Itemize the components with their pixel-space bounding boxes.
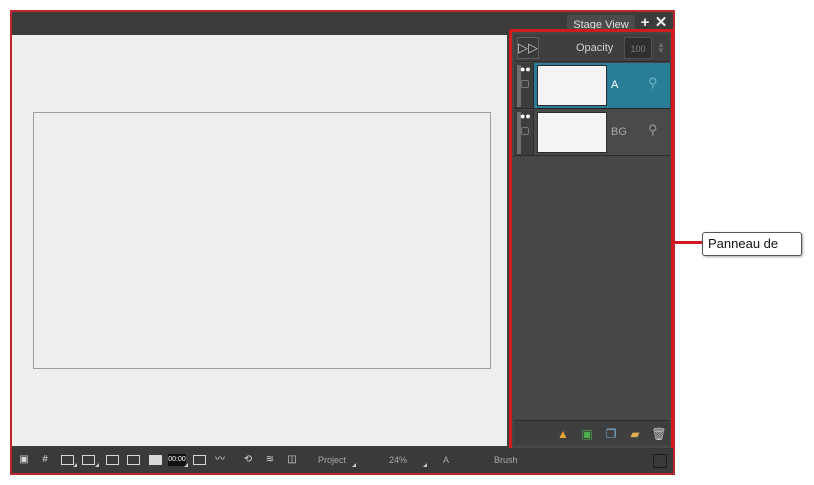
flip-icon[interactable]: ≋ bbox=[263, 454, 277, 466]
background-icon[interactable] bbox=[149, 455, 162, 465]
mask-icon[interactable] bbox=[127, 455, 140, 465]
add-folder-icon[interactable]: ▰ bbox=[626, 425, 644, 443]
close-icon[interactable]: ✕ bbox=[654, 15, 668, 30]
frame-icon[interactable] bbox=[106, 455, 119, 465]
status-bar: ▣ # 00:00 〰 ⟲ ≋ ◫ Project 24% A Brush bbox=[12, 448, 673, 473]
plus-icon[interactable]: + bbox=[638, 15, 652, 30]
layer-name: BG bbox=[611, 126, 627, 138]
callout-label: Panneau de bbox=[702, 232, 802, 256]
preview-icon[interactable] bbox=[193, 455, 206, 465]
stage-canvas[interactable] bbox=[12, 35, 507, 446]
layer-controls: ●● bbox=[514, 110, 534, 155]
stage-view-window: Stage View + ✕ ▷▷ Opacity 100 ▲▼ ●● A ⚲ bbox=[10, 10, 675, 475]
current-layer: A bbox=[443, 455, 450, 465]
layers-panel: ▷▷ Opacity 100 ▲ ▼ ●● A ⚲ ●● BG ⚲ ▲ ▣ ❐ … bbox=[509, 29, 674, 451]
grid-icon[interactable]: # bbox=[38, 454, 52, 466]
callout-connector bbox=[675, 241, 702, 244]
current-tool: Brush bbox=[494, 455, 518, 465]
rotate-icon[interactable]: ⟲ bbox=[241, 454, 255, 466]
project-selector[interactable]: Project bbox=[318, 455, 346, 465]
pivot-icon: ⚲ bbox=[648, 75, 658, 90]
layer-row-bg[interactable]: ●● BG ⚲ bbox=[514, 110, 670, 156]
add-layer-icon[interactable]: ▲ bbox=[554, 425, 572, 443]
camera-frame bbox=[33, 112, 491, 369]
eye-icon[interactable]: ●● bbox=[520, 112, 531, 121]
add-group-icon[interactable]: ❐ bbox=[602, 425, 620, 443]
trash-icon[interactable]: 🗑 bbox=[650, 425, 668, 443]
layer-row-a[interactable]: ●● A ⚲ bbox=[514, 63, 670, 109]
add-drawing-layer-icon[interactable]: ▣ bbox=[578, 425, 596, 443]
layer-thumbnail bbox=[537, 112, 607, 153]
opacity-field[interactable]: 100 bbox=[624, 37, 652, 59]
opacity-label: Opacity bbox=[576, 42, 614, 54]
layers-panel-header: ▷▷ Opacity 100 ▲ ▼ bbox=[514, 34, 670, 62]
double-chevron-right-icon[interactable]: ▷▷ bbox=[517, 37, 539, 59]
layer-controls: ●● bbox=[514, 63, 534, 108]
onion-skin-icon[interactable]: 〰 bbox=[213, 454, 227, 466]
lock-icon[interactable] bbox=[521, 127, 529, 135]
pivot-icon: ⚲ bbox=[648, 122, 658, 137]
opacity-spinner-icon[interactable]: ▲ ▼ bbox=[657, 41, 665, 55]
eye-icon[interactable]: ●● bbox=[520, 65, 531, 74]
color-swatch[interactable] bbox=[653, 454, 667, 468]
layer-name: A bbox=[611, 79, 619, 91]
field-guide-icon[interactable] bbox=[82, 455, 95, 465]
layers-panel-footer: ▲ ▣ ❐ ▰ 🗑 bbox=[514, 420, 670, 445]
zoom-level[interactable]: 24% bbox=[389, 455, 407, 465]
layer-thumbnail bbox=[537, 65, 607, 106]
reset-view-icon[interactable]: ▣ bbox=[17, 454, 31, 466]
lock-icon[interactable] bbox=[521, 80, 529, 88]
lightbox-icon[interactable]: ◫ bbox=[285, 454, 299, 466]
